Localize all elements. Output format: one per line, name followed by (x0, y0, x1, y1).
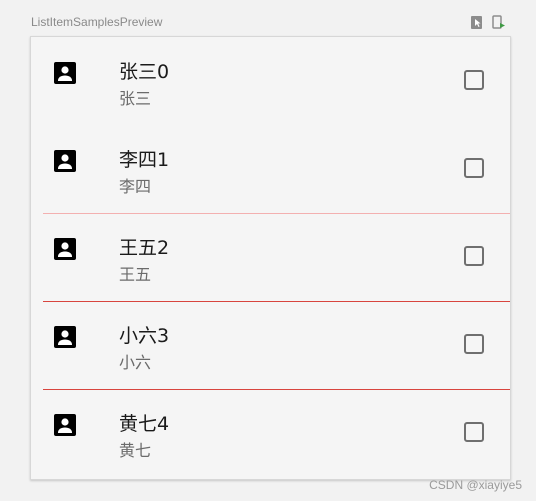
item-supporting-text: 王五 (119, 265, 152, 284)
item-headline: 张三0 (119, 61, 170, 83)
item-checkbox[interactable] (464, 422, 484, 442)
item-supporting-text: 李四 (119, 177, 152, 196)
row-divider (43, 213, 510, 214)
list-card: 张三0 张三 李四1 李四 王五2 王五 小六3 小六 黄七4 黄七 (30, 36, 511, 480)
contact-icon (53, 325, 77, 349)
item-supporting-text: 黄七 (119, 441, 152, 460)
watermark: CSDN @xiayiye5 (429, 478, 522, 492)
row-divider (43, 389, 510, 390)
preview-title: ListItemSamplesPreview (31, 15, 163, 29)
item-headline: 黄七4 (119, 413, 170, 435)
deploy-preview-icon[interactable] (492, 15, 506, 30)
item-headline: 王五2 (119, 237, 170, 259)
item-supporting-text: 张三 (119, 89, 152, 108)
item-headline: 李四1 (119, 149, 170, 171)
row-divider (43, 301, 510, 302)
item-checkbox[interactable] (464, 158, 484, 178)
list-item[interactable]: 王五2 王五 (31, 213, 510, 301)
item-checkbox[interactable] (464, 334, 484, 354)
item-checkbox[interactable] (464, 70, 484, 90)
list-item[interactable]: 小六3 小六 (31, 301, 510, 389)
item-checkbox[interactable] (464, 246, 484, 266)
list-item[interactable]: 黄七4 黄七 (31, 389, 510, 477)
contact-icon (53, 149, 77, 173)
contact-icon (53, 413, 77, 437)
item-headline: 小六3 (119, 325, 170, 347)
list-item[interactable]: 李四1 李四 (31, 125, 510, 213)
interactive-mode-icon[interactable] (470, 15, 484, 30)
item-supporting-text: 小六 (119, 353, 152, 372)
contact-icon (53, 237, 77, 261)
list-item[interactable]: 张三0 张三 (31, 37, 510, 125)
contact-icon (53, 61, 77, 85)
